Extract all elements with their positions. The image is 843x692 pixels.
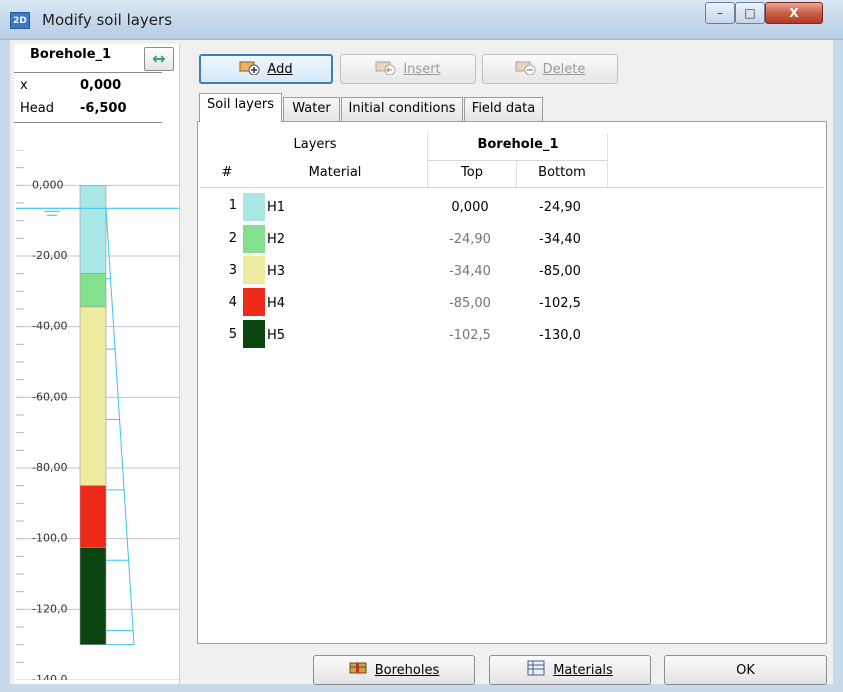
add-layer-icon bbox=[239, 59, 261, 79]
head-value[interactable]: -6,500 bbox=[80, 101, 127, 116]
tab-water[interactable]: Water bbox=[283, 97, 340, 121]
add-layer-button[interactable]: Add bbox=[199, 54, 333, 84]
layer-bottom[interactable]: -34,40 bbox=[515, 232, 605, 247]
insert-layer-button[interactable]: Insert bbox=[340, 54, 476, 84]
layer-bottom[interactable]: -24,90 bbox=[515, 200, 605, 215]
ruler-label: -40,00 bbox=[32, 320, 67, 333]
materials-icon bbox=[527, 660, 545, 680]
ruler-label: -20,00 bbox=[32, 249, 67, 262]
ok-label: OK bbox=[736, 662, 755, 678]
ruler-label: -140,0 bbox=[32, 673, 67, 680]
layers-group-header: Layers bbox=[293, 137, 337, 152]
boreholes-button[interactable]: Boreholes bbox=[313, 655, 475, 685]
app-icon: 2D bbox=[10, 12, 30, 29]
col-header-bottom: Bottom bbox=[538, 165, 586, 180]
boreholes-label: Boreholes bbox=[374, 662, 440, 678]
layer-bottom[interactable]: -102,5 bbox=[515, 296, 605, 311]
insert-layer-icon bbox=[375, 59, 397, 79]
layer-bottom[interactable]: -85,00 bbox=[515, 264, 605, 279]
x-value[interactable]: 0,000 bbox=[80, 78, 121, 93]
close-button[interactable]: X bbox=[765, 2, 823, 24]
table-row[interactable]: 2 bbox=[210, 231, 237, 246]
borehole-group-header: Borehole_1 bbox=[477, 137, 559, 152]
table-row[interactable]: 4 bbox=[210, 295, 237, 310]
material-color-swatch bbox=[243, 256, 265, 284]
borehole-name: Borehole_1 bbox=[30, 47, 112, 62]
table-row[interactable]: 3 bbox=[210, 263, 237, 278]
close-icon: X bbox=[789, 6, 799, 20]
maximize-button[interactable]: □ bbox=[735, 2, 765, 24]
window-title: Modify soil layers bbox=[42, 11, 173, 29]
x-label: x bbox=[20, 78, 28, 93]
ok-button[interactable]: OK bbox=[664, 655, 827, 685]
layer-top: -102,5 bbox=[449, 328, 491, 343]
swap-arrows-icon: ↔ bbox=[152, 49, 166, 68]
row-number: 3 bbox=[228, 263, 237, 278]
column-separator bbox=[607, 133, 608, 187]
header-bottom-divider bbox=[200, 187, 824, 188]
row-number: 5 bbox=[228, 327, 237, 342]
material-name[interactable]: H2 bbox=[267, 232, 285, 247]
material-name[interactable]: H1 bbox=[267, 200, 285, 215]
window-frame-bottom bbox=[0, 684, 843, 692]
boreholes-icon bbox=[349, 661, 367, 679]
layer-top: -34,40 bbox=[449, 264, 491, 279]
soil-layer-block bbox=[79, 485, 107, 548]
window-frame-right bbox=[833, 40, 843, 692]
water-level-icon bbox=[44, 210, 60, 216]
divider bbox=[14, 72, 162, 73]
tab-field-data[interactable]: Field data bbox=[464, 97, 543, 121]
soil-layer-block bbox=[79, 547, 107, 645]
materials-label: Materials bbox=[553, 662, 613, 678]
minimize-icon: – bbox=[717, 6, 723, 20]
tab-soil-layers[interactable]: Soil layers bbox=[199, 93, 282, 122]
material-color-swatch bbox=[243, 320, 265, 348]
soil-layer-block bbox=[79, 306, 107, 486]
row-number: 2 bbox=[228, 231, 237, 246]
col-header-number: # bbox=[221, 165, 233, 180]
layer-bottom[interactable]: -130,0 bbox=[515, 328, 605, 343]
material-name[interactable]: H3 bbox=[267, 264, 285, 279]
ruler-label: -100,0 bbox=[32, 532, 67, 545]
delete-layer-icon bbox=[515, 59, 537, 79]
material-color-swatch bbox=[243, 193, 265, 221]
ruler-label: 0,000 bbox=[32, 178, 64, 191]
ruler-label: -120,0 bbox=[32, 602, 67, 615]
material-name[interactable]: H5 bbox=[267, 328, 285, 343]
col-header-material: Material bbox=[308, 165, 362, 180]
add-label: Add bbox=[267, 61, 293, 77]
insert-label: Insert bbox=[403, 61, 441, 77]
layer-top[interactable]: 0,000 bbox=[425, 200, 515, 215]
material-color-swatch bbox=[243, 225, 265, 253]
materials-button[interactable]: Materials bbox=[489, 655, 651, 685]
head-label: Head bbox=[20, 101, 54, 116]
col-header-top: Top bbox=[461, 165, 483, 180]
window-frame-left bbox=[0, 40, 10, 692]
soil-layer-block bbox=[79, 185, 107, 274]
swap-borehole-button[interactable]: ↔ bbox=[144, 47, 174, 71]
delete-label: Delete bbox=[542, 61, 586, 77]
minimize-button[interactable]: – bbox=[705, 2, 735, 24]
table-row[interactable]: 1 bbox=[210, 198, 237, 213]
material-name[interactable]: H4 bbox=[267, 296, 285, 311]
layer-top: -24,90 bbox=[449, 232, 491, 247]
ruler-label: -60,00 bbox=[32, 390, 67, 403]
table-row[interactable]: 5 bbox=[210, 327, 237, 342]
material-color-swatch bbox=[243, 288, 265, 316]
tab-initial-conditions[interactable]: Initial conditions bbox=[341, 97, 463, 121]
row-number: 4 bbox=[228, 295, 237, 310]
borehole-column-view[interactable]: 0,000 -20,00 -40,00 -60,00 -80,00 -100,0 -120,… bbox=[14, 150, 180, 680]
delete-layer-button[interactable]: Delete bbox=[482, 54, 618, 84]
divider bbox=[14, 122, 162, 123]
soil-layer-block bbox=[79, 273, 107, 308]
column-separator bbox=[427, 133, 428, 187]
maximize-icon: □ bbox=[744, 6, 756, 20]
pressure-profile bbox=[105, 208, 135, 646]
header-divider bbox=[427, 160, 607, 161]
layer-top: -85,00 bbox=[449, 296, 491, 311]
ruler-label: -80,00 bbox=[32, 461, 67, 474]
row-number: 1 bbox=[228, 198, 237, 213]
column-separator bbox=[516, 161, 517, 187]
